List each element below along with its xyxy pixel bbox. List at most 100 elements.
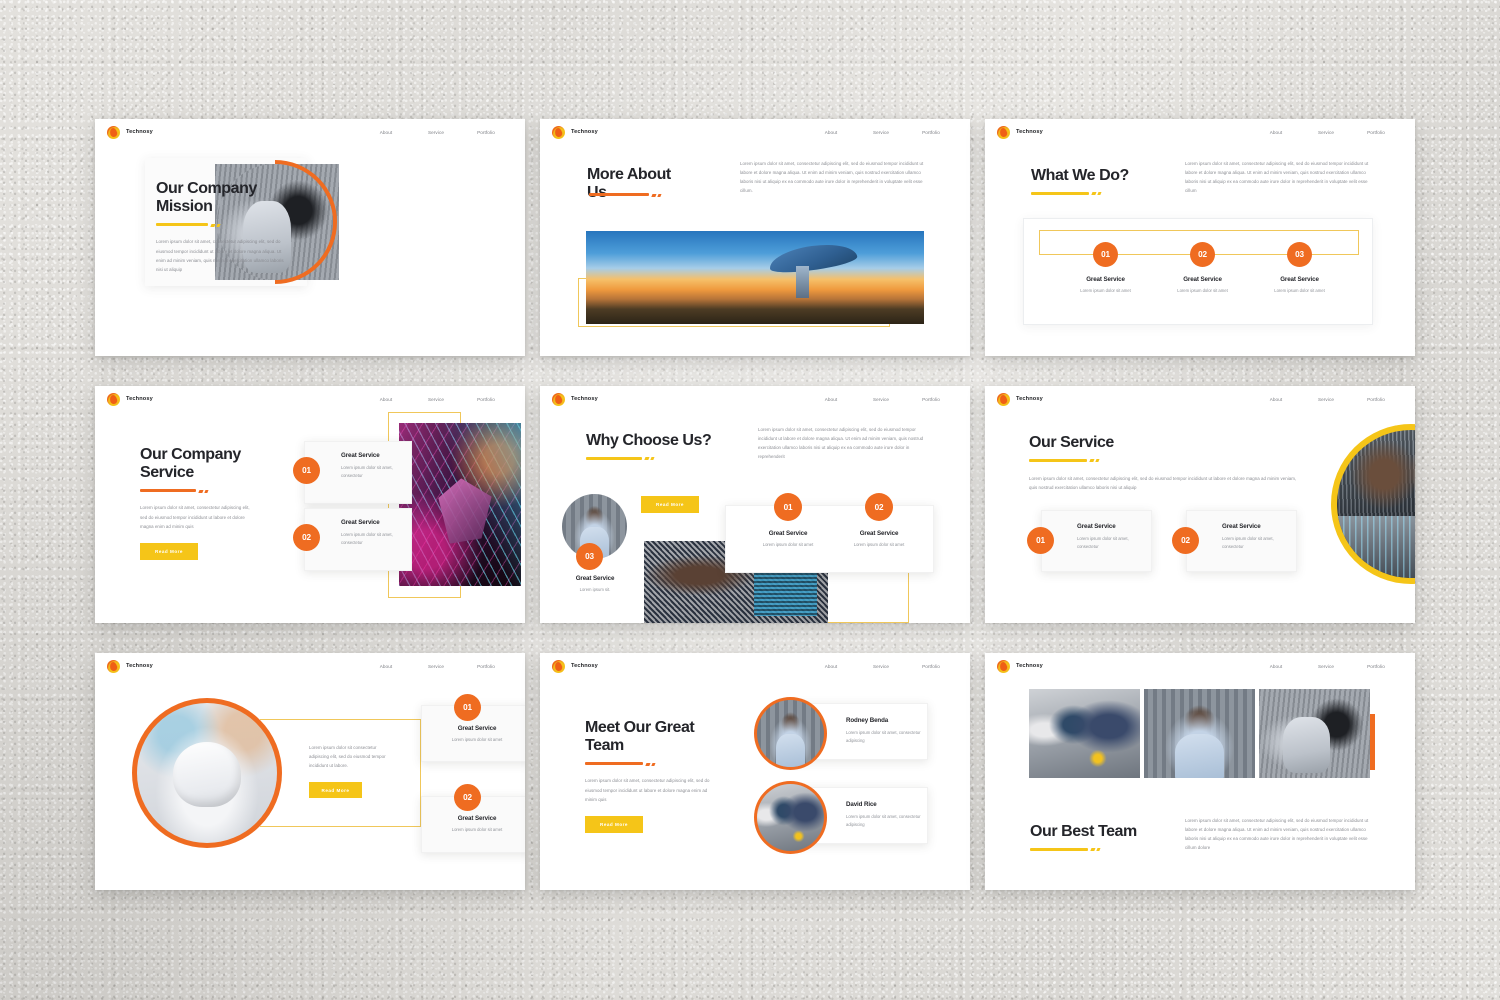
brand[interactable]: Technosy	[107, 659, 153, 673]
nav-link-about[interactable]: About	[361, 664, 411, 669]
step-number-badge: 01	[1093, 242, 1118, 267]
team-member-info: David Rice Lorem ipsum dolor sit amet, c…	[846, 801, 924, 829]
best-team-copy: Our Best Team	[1030, 823, 1137, 852]
flame-circle-icon	[997, 392, 1010, 406]
nav-link-about[interactable]: About	[1251, 664, 1301, 669]
step-item[interactable]: 03 Great Service Lorem ipsum dolor sit a…	[1251, 242, 1348, 295]
nav-links: About Service Portfolio	[1251, 397, 1401, 402]
nav-link-portfolio[interactable]: Portfolio	[461, 397, 511, 402]
service-item-body: Lorem ipsum dolor sit amet, consectetur	[341, 532, 393, 546]
nav-link-service[interactable]: Service	[856, 664, 906, 669]
robot-item-body: Lorem ipsum dolor sit amet	[451, 827, 503, 832]
flame-circle-icon	[997, 125, 1010, 139]
slide-our-company-service[interactable]: Technosy About Service Portfolio Our Com…	[95, 386, 525, 623]
read-more-button[interactable]: Read More	[641, 496, 699, 513]
step-number-badge: 02	[1190, 242, 1215, 267]
nav-link-about[interactable]: About	[361, 397, 411, 402]
nav-link-about[interactable]: About	[1251, 397, 1301, 402]
read-more-button[interactable]: Read More	[140, 542, 198, 560]
nav-links: About Service Portfolio	[806, 664, 956, 669]
nav-link-service[interactable]: Service	[1301, 130, 1351, 135]
read-more-button[interactable]: Read More	[309, 782, 362, 799]
nav-link-portfolio[interactable]: Portfolio	[461, 130, 511, 135]
brand-name: Technosy	[571, 663, 598, 669]
ourservice-item-heading: Great Service	[1077, 523, 1116, 530]
brand[interactable]: Technosy	[997, 125, 1043, 139]
page-title: Our Service	[1029, 434, 1114, 451]
best-team-photo	[1259, 689, 1370, 778]
nav-link-portfolio[interactable]: Portfolio	[461, 664, 511, 669]
nav-link-service[interactable]: Service	[856, 130, 906, 135]
about-photo	[586, 231, 924, 324]
nav-link-service[interactable]: Service	[411, 397, 461, 402]
nav-link-portfolio[interactable]: Portfolio	[1351, 397, 1401, 402]
slide-robot-service[interactable]: Technosy About Service Portfolio Lorem i…	[95, 653, 525, 890]
read-more-button[interactable]: Read More	[585, 815, 643, 833]
robot-number-badge: 02	[454, 784, 481, 811]
why-item[interactable]: 02 Great Service Lorem ipsum dolor sit a…	[834, 493, 924, 549]
step-item[interactable]: 02 Great Service Lorem ipsum dolor sit a…	[1154, 242, 1251, 295]
nav-link-about[interactable]: About	[806, 397, 856, 402]
step-text: Lorem ipsum dolor sit amet	[1177, 288, 1228, 293]
page-title: Our Company Service	[140, 446, 241, 482]
why-number-badge: 02	[865, 493, 893, 521]
nav-link-portfolio[interactable]: Portfolio	[1351, 664, 1401, 669]
page-title: What We Do?	[1031, 167, 1129, 184]
service-item-text: Great Service Lorem ipsum dolor sit amet…	[341, 519, 403, 547]
brand[interactable]: Technosy	[552, 125, 598, 139]
team-member-name: David Rice	[846, 801, 877, 808]
nav-link-service[interactable]: Service	[1301, 397, 1351, 402]
brand[interactable]: Technosy	[997, 659, 1043, 673]
robot-photo	[137, 703, 277, 843]
slide-header: Technosy About Service Portfolio	[95, 386, 525, 412]
nav-link-portfolio[interactable]: Portfolio	[1351, 130, 1401, 135]
nav-link-about[interactable]: About	[806, 664, 856, 669]
step-number-badge: 03	[1287, 242, 1312, 267]
why-item[interactable]: 01 Great Service Lorem ipsum dolor sit a…	[743, 493, 833, 549]
slide-why-choose-us[interactable]: Technosy About Service Portfolio Why Cho…	[540, 386, 970, 623]
brand[interactable]: Technosy	[107, 125, 153, 139]
slide-our-best-team[interactable]: Technosy About Service Portfolio Our Bes…	[985, 653, 1415, 890]
nav-link-service[interactable]: Service	[856, 397, 906, 402]
whatwedo-title-block: What We Do?	[1031, 167, 1129, 196]
slide-header: Technosy About Service Portfolio	[95, 653, 525, 679]
brand[interactable]: Technosy	[552, 659, 598, 673]
nav-link-about[interactable]: About	[361, 130, 411, 135]
service-item-heading: Great Service	[341, 519, 380, 526]
brand[interactable]: Technosy	[997, 392, 1043, 406]
nav-link-portfolio[interactable]: Portfolio	[906, 664, 956, 669]
nav-link-about[interactable]: About	[1251, 130, 1301, 135]
team-member-role: Lorem ipsum dolor sit amet, consectetur …	[846, 814, 921, 828]
brand-name: Technosy	[126, 663, 153, 669]
slide-our-service[interactable]: Technosy About Service Portfolio Our Ser…	[985, 386, 1415, 623]
step-heading: Great Service	[1086, 276, 1125, 283]
nav-links: About Service Portfolio	[1251, 664, 1401, 669]
team-body: Lorem ipsum dolor sit amet, consectetur …	[585, 778, 710, 802]
ourservice-item-heading: Great Service	[1222, 523, 1261, 530]
slide-more-about-us[interactable]: Technosy About Service Portfolio More Ab…	[540, 119, 970, 356]
service-number-badge: 01	[293, 457, 320, 484]
brand[interactable]: Technosy	[552, 392, 598, 406]
brand-name: Technosy	[1016, 663, 1043, 669]
nav-link-portfolio[interactable]: Portfolio	[906, 130, 956, 135]
team-member-role: Lorem ipsum dolor sit amet, consectetur …	[846, 730, 921, 744]
slide-what-we-do[interactable]: Technosy About Service Portfolio What We…	[985, 119, 1415, 356]
brand-name: Technosy	[1016, 129, 1043, 135]
why-item-body: Lorem ipsum dolor sit amet	[762, 542, 814, 547]
nav-link-service[interactable]: Service	[411, 664, 461, 669]
step-item[interactable]: 01 Great Service Lorem ipsum dolor sit a…	[1057, 242, 1154, 295]
ourservice-item-body: Lorem ipsum dolor sit amet, consectetur	[1222, 536, 1274, 550]
title-underline	[1031, 192, 1129, 196]
brand-name: Technosy	[571, 396, 598, 402]
nav-link-service[interactable]: Service	[411, 130, 461, 135]
team-member-photo	[757, 700, 824, 767]
nav-link-about[interactable]: About	[806, 130, 856, 135]
nav-link-portfolio[interactable]: Portfolio	[906, 397, 956, 402]
nav-link-service[interactable]: Service	[1301, 664, 1351, 669]
brand[interactable]: Technosy	[107, 392, 153, 406]
robot-item-heading: Great Service	[457, 815, 497, 822]
mission-copy: Our Company Mission Lorem ipsum dolor si…	[156, 180, 300, 274]
slide-our-company-mission[interactable]: Technosy About Service Portfolio Our Com…	[95, 119, 525, 356]
slide-meet-our-great-team[interactable]: Technosy About Service Portfolio Meet Ou…	[540, 653, 970, 890]
title-underline	[140, 489, 290, 493]
